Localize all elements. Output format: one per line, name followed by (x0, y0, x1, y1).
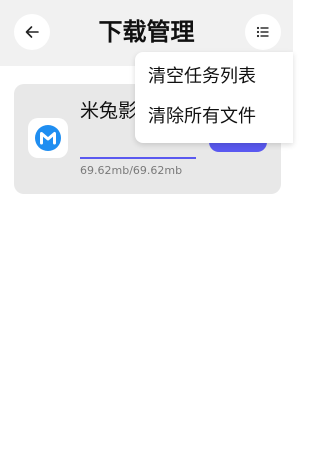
progress-fill (80, 157, 196, 159)
list-menu-icon (256, 26, 269, 38)
menu-button[interactable] (245, 14, 281, 50)
menu-item-delete-files[interactable]: 清除所有文件 (135, 97, 293, 137)
mitu-logo-icon (35, 125, 61, 151)
file-size: 69.62mb/69.62mb (80, 164, 183, 177)
app-icon (28, 118, 68, 158)
download-progress-bar (80, 157, 196, 159)
options-dropdown: 清空任务列表 清除所有文件 (135, 52, 293, 143)
menu-item-clear-tasks[interactable]: 清空任务列表 (135, 57, 293, 97)
